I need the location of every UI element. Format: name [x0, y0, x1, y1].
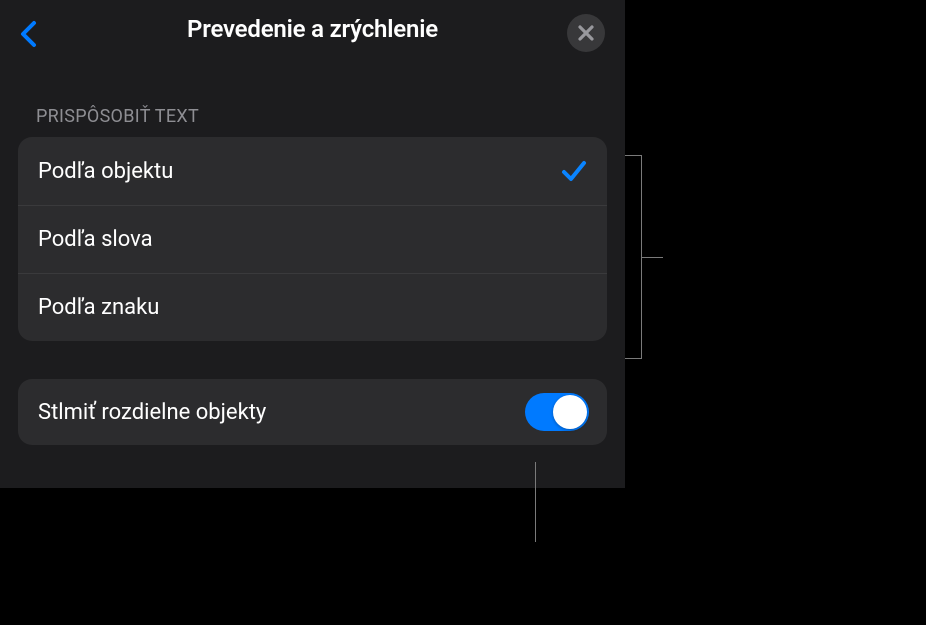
- back-button[interactable]: [16, 20, 40, 48]
- panel-header: Prevedenie a zrýchlenie: [0, 0, 625, 58]
- section-header: PRISPÔSOBIŤ TEXT: [18, 58, 607, 137]
- toggle-label: Stlmiť rozdielne objekty: [38, 400, 266, 425]
- fade-toggle[interactable]: [525, 393, 589, 431]
- option-by-character[interactable]: Podľa znaku: [18, 273, 607, 341]
- option-label: Podľa slova: [38, 227, 153, 252]
- close-icon: [578, 25, 594, 41]
- chevron-left-icon: [19, 20, 37, 48]
- toggle-knob: [553, 395, 587, 429]
- panel-title: Prevedenie a zrýchlenie: [0, 15, 625, 43]
- settings-panel: Prevedenie a zrýchlenie PRISPÔSOBIŤ TEXT…: [0, 0, 625, 488]
- callout-bracket: [625, 155, 663, 359]
- callout-line: [535, 462, 536, 542]
- toggle-group: Stlmiť rozdielne objekty: [18, 379, 607, 445]
- panel-content: PRISPÔSOBIŤ TEXT Podľa objektu Podľa slo…: [0, 58, 625, 445]
- option-label: Podľa znaku: [38, 295, 159, 320]
- option-by-object[interactable]: Podľa objektu: [18, 137, 607, 205]
- close-button[interactable]: [567, 14, 605, 52]
- text-fit-options: Podľa objektu Podľa slova Podľa znaku: [18, 137, 607, 341]
- checkmark-icon: [561, 158, 587, 184]
- option-label: Podľa objektu: [38, 159, 173, 184]
- fade-toggle-row: Stlmiť rozdielne objekty: [18, 379, 607, 445]
- option-by-word[interactable]: Podľa slova: [18, 205, 607, 273]
